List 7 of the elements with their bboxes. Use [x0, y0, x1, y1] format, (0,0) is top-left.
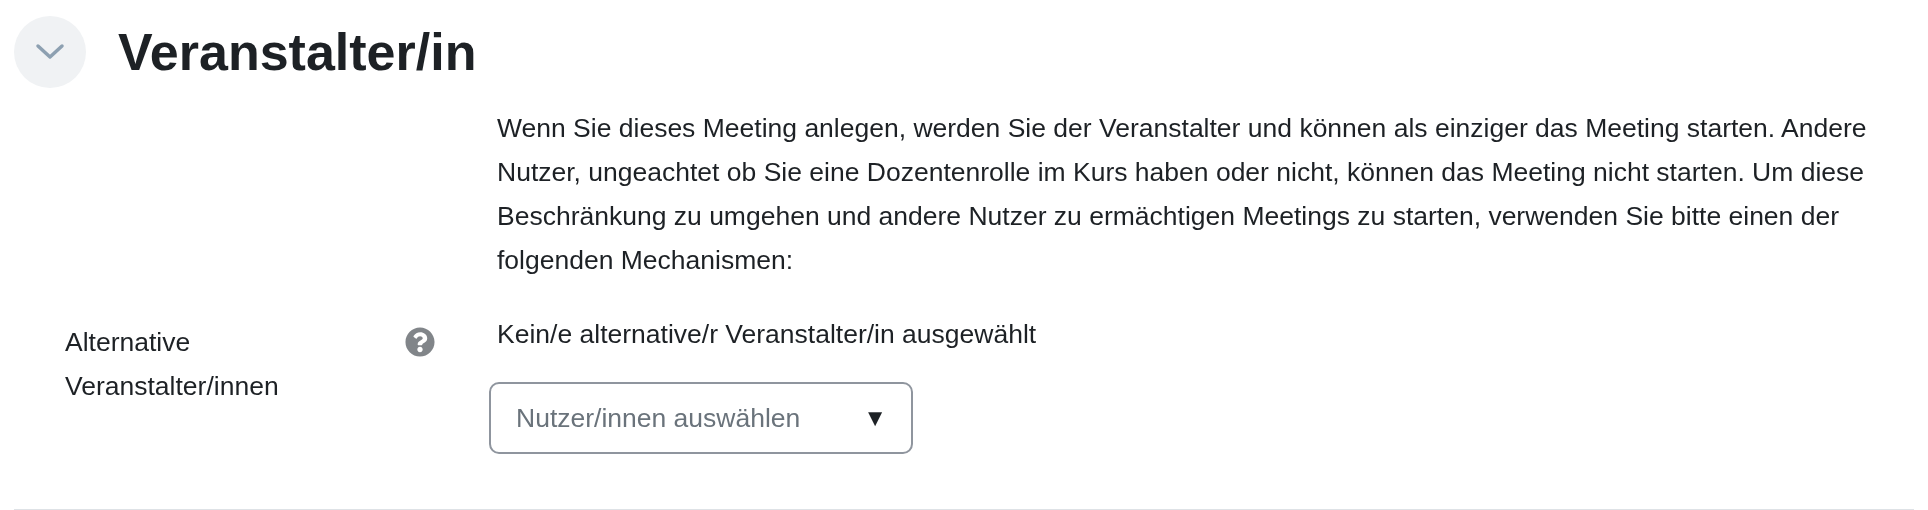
selection-text: Kein/e alternative/r Veranstalter/in ausgewählt	[497, 318, 1037, 351]
user-select[interactable]: Nutzer/innen auswählen ▼	[489, 382, 913, 454]
section-title: Veranstalter/in	[118, 22, 477, 82]
help-icon[interactable]	[405, 327, 435, 357]
field-label: Alternative Veranstalter/innen	[64, 326, 280, 403]
description-text: Wenn Sie dieses Meeting anlegen, werden Sie der Veranstalter und können als einziger das Meeting starten. Andere Nutzer, ungeachtet ob Sie eine Dozentenrolle im Kurs haben oder nicht, können das Meeting nicht starten. Um diese Beschränkung zu umgehen und andere Nutzer zu ermächtigen Meetings zu starten, verwenden Sie bitte einen der folgenden Mechanismen:	[497, 112, 1868, 277]
chevron-icon	[35, 43, 65, 61]
